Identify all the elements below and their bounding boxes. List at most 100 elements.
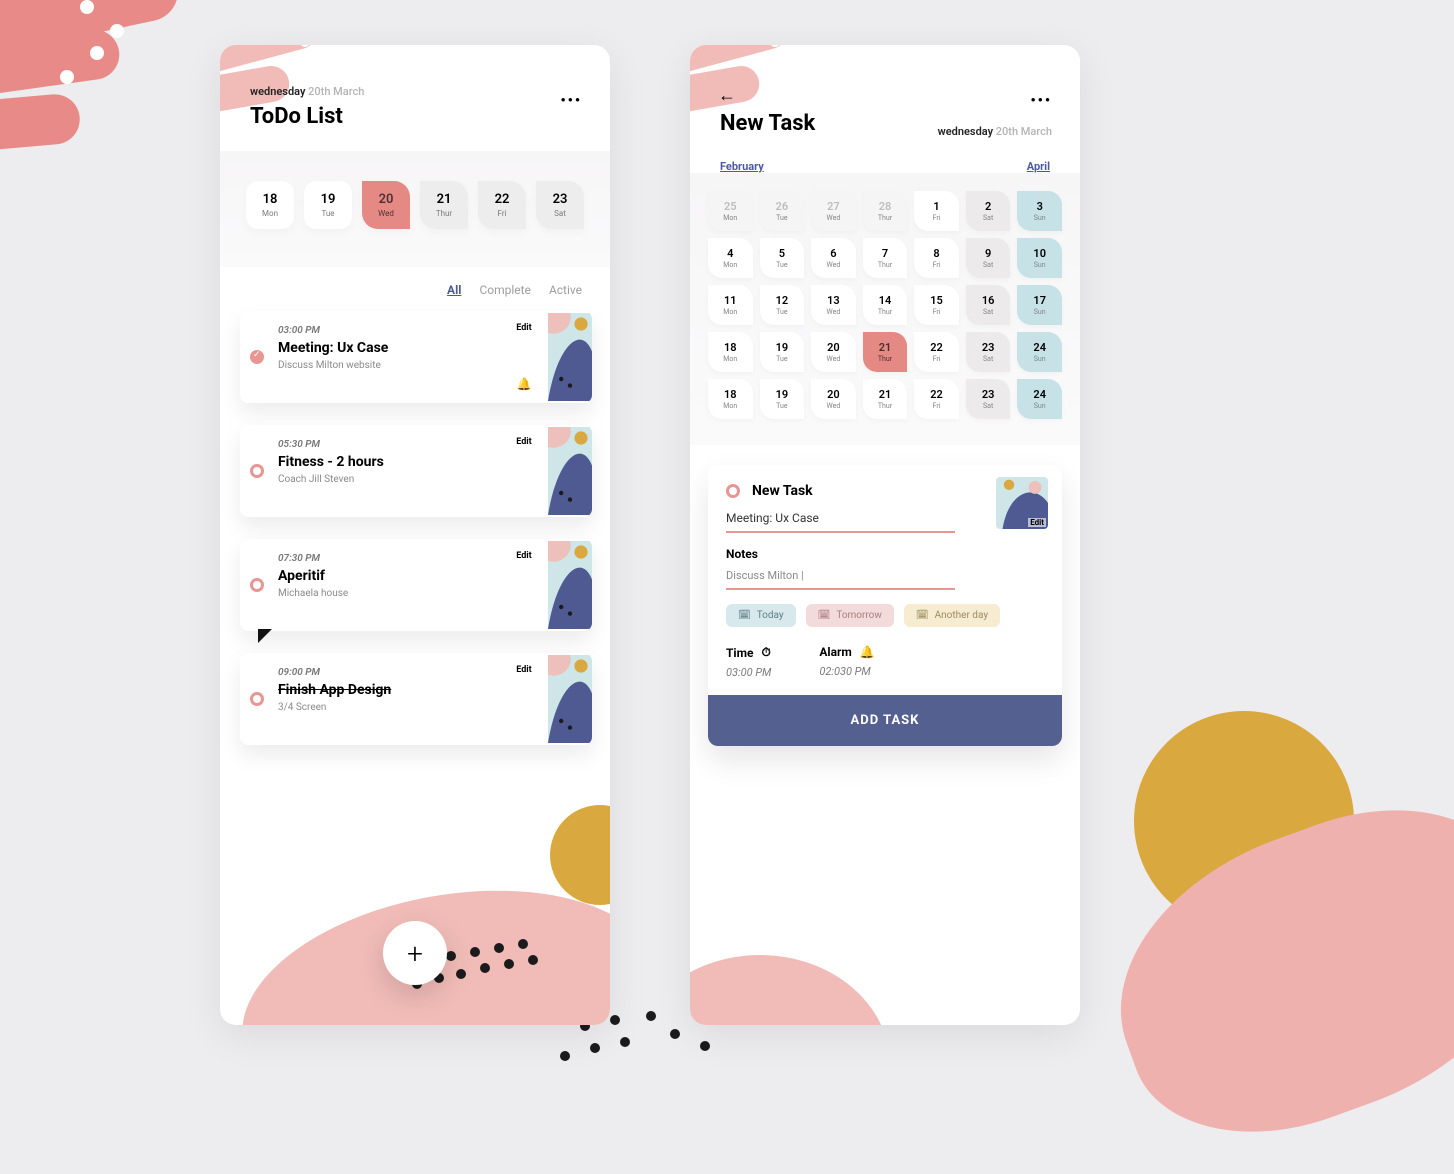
task-name-input[interactable]: Meeting: Ux Case	[726, 503, 955, 533]
task-art-thumb[interactable]: Edit	[996, 477, 1048, 529]
add-task-fab[interactable]: +	[383, 921, 447, 985]
status-ring-icon[interactable]	[250, 692, 264, 706]
calendar-cell[interactable]: 20Wed	[811, 379, 856, 419]
screen-new-task: ← ••• New Task wednesday 20th March Febr…	[690, 45, 1080, 1025]
calendar-cell[interactable]: 21Thur	[863, 379, 908, 419]
calendar-icon: 🗓	[818, 610, 831, 621]
bg-art-bottom-right	[1074, 671, 1454, 1171]
calendar-cell[interactable]: 9Sat	[966, 238, 1011, 278]
calendar-cell[interactable]: 22Fri	[914, 379, 959, 419]
calendar-icon: 🗓	[738, 610, 751, 621]
alarm-value[interactable]: 02:030 PM	[819, 665, 874, 678]
task-card[interactable]: 03:00 PM Meeting: Ux Case Discuss Milton w…	[240, 311, 592, 403]
task-art-thumb	[548, 653, 592, 745]
calendar-cell[interactable]: 5Tue	[760, 238, 805, 278]
calendar-cell[interactable]: 21Thur	[863, 332, 908, 372]
calendar-cell[interactable]: 19Tue	[760, 379, 805, 419]
screen-todo-list: wednesday 20th March ToDo List ••• 18Mon…	[220, 45, 610, 1025]
calendar-cell[interactable]: 6Wed	[811, 238, 856, 278]
back-icon[interactable]: ←	[718, 85, 736, 106]
task-subtitle: Michaela house	[278, 588, 496, 599]
calendar-cell[interactable]: 16Sat	[966, 285, 1011, 325]
calendar-cell[interactable]: 14Thur	[863, 285, 908, 325]
task-art-thumb	[548, 539, 592, 631]
calendar-cell[interactable]: 3Sun	[1017, 191, 1062, 231]
notes-input[interactable]: Discuss Milton |	[726, 561, 955, 590]
card-art-bottom	[690, 915, 1080, 1025]
calendar-cell[interactable]: 20Wed	[811, 332, 856, 372]
more-icon[interactable]: •••	[1030, 93, 1052, 109]
calendar-cell[interactable]: 4Mon	[708, 238, 753, 278]
chip-another-day[interactable]: 🗓Another day	[904, 604, 1000, 627]
edit-button[interactable]: Edit	[516, 665, 531, 675]
calendar-cell[interactable]: 23Sat	[966, 379, 1011, 419]
task-list: 03:00 PM Meeting: Ux Case Discuss Milton w…	[220, 305, 610, 745]
task-title: Finish App Design	[278, 682, 496, 698]
task-subtitle: Discuss Milton website	[278, 360, 496, 371]
task-title: Meeting: Ux Case	[278, 340, 496, 356]
task-subtitle: Coach Jill Steven	[278, 474, 496, 485]
edit-button[interactable]: Edit	[516, 437, 531, 447]
status-ring-icon[interactable]	[250, 350, 264, 364]
filter-complete[interactable]: Complete	[479, 283, 531, 297]
task-card[interactable]: 09:00 PMFinish App Design3/4 ScreenEdit	[240, 653, 592, 745]
calendar-cell[interactable]: 1Fri	[914, 191, 959, 231]
bg-art-top-left	[0, 0, 200, 230]
day-chip[interactable]: 19Tue	[304, 181, 352, 229]
calendar-cell[interactable]: 15Fri	[914, 285, 959, 325]
edit-button[interactable]: Edit	[516, 323, 531, 333]
task-time: 07:30 PM	[278, 553, 496, 564]
date-line: wednesday 20th March	[250, 85, 580, 98]
calendar-cell[interactable]: 2Sat	[966, 191, 1011, 231]
edit-button[interactable]: Edit	[1028, 518, 1046, 527]
page-title: ToDo List	[250, 104, 580, 129]
day-chip[interactable]: 22Fri	[478, 181, 526, 229]
task-art-thumb	[548, 425, 592, 517]
status-ring-icon[interactable]	[726, 484, 740, 498]
time-value[interactable]: 03:00 PM	[726, 666, 771, 679]
calendar-cell[interactable]: 10Sun	[1017, 238, 1062, 278]
more-icon[interactable]: •••	[560, 93, 582, 109]
calendar-cell[interactable]: 18Mon	[708, 332, 753, 372]
calendar-cell[interactable]: 22Fri	[914, 332, 959, 372]
calendar-cell[interactable]: 13Wed	[811, 285, 856, 325]
add-task-button[interactable]: ADD TASK	[708, 695, 1062, 746]
status-ring-icon[interactable]	[250, 578, 264, 592]
calendar-cell[interactable]: 17Sun	[1017, 285, 1062, 325]
calendar-icon: 🗓	[916, 610, 929, 621]
calendar-cell[interactable]: 8Fri	[914, 238, 959, 278]
calendar-grid: 25Mon26Tue27Wed28Thur1Fri2Sat3Sun4Mon5Tu…	[708, 191, 1062, 419]
new-task-panel: New Task Edit Meeting: Ux Case Notes Dis…	[708, 465, 1062, 746]
edit-button[interactable]: Edit	[516, 551, 531, 561]
chip-today[interactable]: 🗓Today	[726, 604, 796, 627]
task-time: 03:00 PM	[278, 325, 496, 336]
calendar-cell[interactable]: 28Thur	[863, 191, 908, 231]
calendar-cell[interactable]: 18Mon	[708, 379, 753, 419]
chip-tomorrow[interactable]: 🗓Tomorrow	[806, 604, 894, 627]
filter-all[interactable]: All	[447, 283, 461, 297]
time-label: Time	[726, 646, 754, 660]
task-art-thumb	[548, 311, 592, 403]
calendar-cell[interactable]: 24Sun	[1017, 332, 1062, 372]
calendar-cell[interactable]: 23Sat	[966, 332, 1011, 372]
plus-icon: +	[407, 937, 423, 970]
day-chip[interactable]: 21Thur	[420, 181, 468, 229]
day-chip[interactable]: 18Mon	[246, 181, 294, 229]
task-card[interactable]: 05:30 PMFitness - 2 hoursCoach Jill Stev…	[240, 425, 592, 517]
status-ring-icon[interactable]	[250, 464, 264, 478]
task-time: 05:30 PM	[278, 439, 496, 450]
filter-active[interactable]: Active	[549, 283, 582, 297]
calendar-cell[interactable]: 24Sun	[1017, 379, 1062, 419]
calendar-cell[interactable]: 11Mon	[708, 285, 753, 325]
calendar-cell[interactable]: 19Tue	[760, 332, 805, 372]
calendar-cell[interactable]: 7Thur	[863, 238, 908, 278]
task-title: Aperitif	[278, 568, 496, 584]
day-chip[interactable]: 20Wed	[362, 181, 410, 229]
next-month-link[interactable]: April	[1027, 160, 1050, 173]
clock-icon: ⏱	[762, 645, 771, 660]
task-card[interactable]: 07:30 PM Aperitif Michaela house Edit	[240, 539, 592, 631]
corner-fold-icon	[258, 629, 272, 643]
day-chip[interactable]: 23Sat	[536, 181, 584, 229]
week-strip: 18Mon19Tue20Wed21Thur22Fri23Sat	[220, 181, 610, 229]
calendar-cell[interactable]: 12Tue	[760, 285, 805, 325]
